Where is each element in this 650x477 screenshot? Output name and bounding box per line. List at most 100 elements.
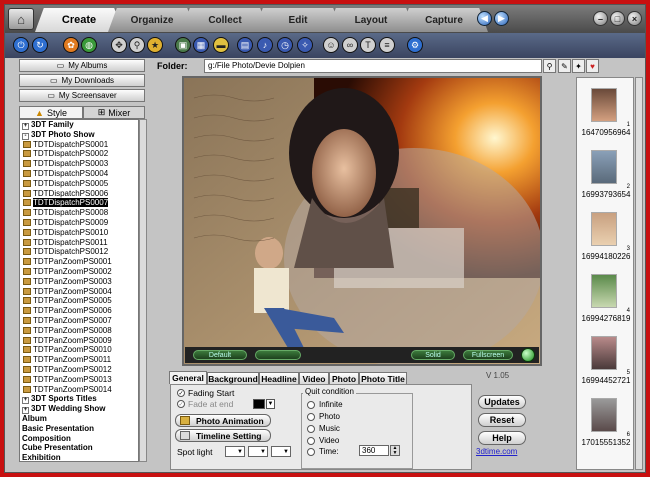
quit-time-radio[interactable]: Time: bbox=[307, 447, 339, 456]
photo-preview[interactable] bbox=[182, 76, 542, 366]
tree-item[interactable]: TDTDispatchPS0009 bbox=[20, 218, 138, 228]
tree-item[interactable]: TDTDispatchPS0004 bbox=[20, 169, 138, 179]
list-icon[interactable]: ≡ bbox=[379, 37, 395, 53]
settings-icon[interactable]: ⚙ bbox=[407, 37, 423, 53]
thumbnail-image[interactable] bbox=[591, 398, 617, 432]
frame-icon[interactable]: ▣ bbox=[175, 37, 191, 53]
solid-button[interactable]: Solid bbox=[411, 350, 455, 360]
tree-item[interactable]: TDTDispatchPS0006 bbox=[20, 189, 138, 199]
my-screensaver-button[interactable]: ▭ My Screensaver bbox=[19, 89, 145, 102]
tree-category[interactable]: +3DT Wedding Show bbox=[20, 404, 138, 415]
tree-category[interactable]: +3DT Family bbox=[20, 120, 138, 130]
help-button[interactable]: Help bbox=[478, 431, 526, 445]
tree-item[interactable]: TDTDispatchPS0001 bbox=[20, 140, 138, 150]
expand-icon[interactable]: + bbox=[22, 123, 29, 130]
star-icon[interactable]: ★ bbox=[147, 37, 163, 53]
user-icon[interactable]: ☺ bbox=[323, 37, 339, 53]
timeline-setting-button[interactable]: Timeline Setting bbox=[175, 429, 271, 442]
fade-at-end-checkbox[interactable]: ✓ Fade at end bbox=[177, 399, 233, 409]
edit-icon[interactable]: ✎ bbox=[558, 59, 571, 73]
refresh-icon[interactable]: ↻ bbox=[32, 37, 48, 53]
tab-style[interactable]: ▲ Style bbox=[19, 106, 83, 119]
tab-photo[interactable]: Photo bbox=[329, 372, 359, 384]
default-view-button[interactable]: Default bbox=[193, 350, 247, 360]
fullscreen-button[interactable]: Fullscreen bbox=[463, 350, 513, 360]
tree-item[interactable]: TDTPanZoomPS0009 bbox=[20, 336, 138, 346]
tree-item[interactable]: TDTPanZoomPS0004 bbox=[20, 287, 138, 297]
tab-background[interactable]: Background bbox=[207, 372, 259, 384]
tab-headline[interactable]: Headline bbox=[259, 372, 299, 384]
fade-color-dropdown[interactable]: ▼ bbox=[266, 399, 275, 409]
tree-category[interactable]: -3DT Photo Show bbox=[20, 130, 138, 140]
thumbnail-image[interactable] bbox=[591, 150, 617, 184]
thumbnail-scrollbar[interactable] bbox=[635, 77, 643, 470]
close-icon[interactable]: × bbox=[627, 11, 642, 26]
text-icon[interactable]: T bbox=[360, 37, 376, 53]
play-icon[interactable] bbox=[521, 348, 535, 362]
tree-item[interactable]: TDTPanZoomPS0008 bbox=[20, 326, 138, 336]
link-icon[interactable]: ∞ bbox=[342, 37, 358, 53]
quit-photo-radio[interactable]: Photo bbox=[307, 412, 340, 421]
zoom-icon[interactable]: ⚲ bbox=[129, 37, 145, 53]
website-link[interactable]: 3dtime.com bbox=[476, 447, 517, 456]
folder-path-field[interactable]: g:/File Photo/Devie Dolpien bbox=[204, 59, 542, 73]
globe-icon[interactable]: ◍ bbox=[81, 37, 97, 53]
view-slider[interactable] bbox=[255, 350, 301, 360]
tab-mixer[interactable]: ⊞ Mixer bbox=[83, 106, 145, 119]
music-icon[interactable]: ♪ bbox=[257, 37, 273, 53]
tree-item[interactable]: TDTDispatchPS0002 bbox=[20, 149, 138, 159]
tree-item[interactable]: TDTDispatchPS0011 bbox=[20, 238, 138, 248]
tree-item[interactable]: TDTDispatchPS0003 bbox=[20, 159, 138, 169]
move-icon[interactable]: ✥ bbox=[111, 37, 127, 53]
time-spinner[interactable]: ▲ ▼ bbox=[390, 445, 400, 456]
tree-scrollbar[interactable] bbox=[139, 119, 147, 462]
tree-item[interactable]: TDTPanZoomPS0005 bbox=[20, 296, 138, 306]
spot-light-dropdown-2[interactable]: ▼ bbox=[248, 446, 268, 457]
pin-icon[interactable]: ✦ bbox=[572, 59, 585, 73]
spot-light-dropdown-1[interactable]: ▼ bbox=[225, 446, 245, 457]
fading-start-checkbox[interactable]: ✓ Fading Start bbox=[177, 388, 234, 398]
tree-category[interactable]: +3DT Sports Titles bbox=[20, 394, 138, 405]
forward-icon[interactable]: ▶ bbox=[494, 11, 509, 26]
tree-item[interactable]: TDTPanZoomPS0010 bbox=[20, 345, 138, 355]
thumbnail-image[interactable] bbox=[591, 336, 617, 370]
home-icon[interactable]: ⌂ bbox=[8, 8, 34, 30]
tab-video[interactable]: Video bbox=[299, 372, 329, 384]
tree-item[interactable]: TDTPanZoomPS0002 bbox=[20, 267, 138, 277]
quit-video-radio[interactable]: Video bbox=[307, 436, 339, 445]
my-downloads-button[interactable]: ▭ My Downloads bbox=[19, 74, 145, 87]
tree-item[interactable]: TDTDispatchPS0010 bbox=[20, 228, 138, 238]
thumbnail-image[interactable] bbox=[591, 212, 617, 246]
browse-icon[interactable]: ⚲ bbox=[543, 59, 556, 73]
tree-item[interactable]: TDTDispatchPS0005 bbox=[20, 179, 138, 189]
thumbnail-image[interactable] bbox=[591, 274, 617, 308]
filmstrip-icon[interactable]: ▤ bbox=[237, 37, 253, 53]
tab-photo-title[interactable]: Photo Title bbox=[359, 372, 407, 384]
tree-item[interactable]: TDTPanZoomPS0012 bbox=[20, 365, 138, 375]
tree-item[interactable]: TDTDispatchPS0008 bbox=[20, 208, 138, 218]
spot-light-dropdown-3[interactable]: ▼ bbox=[271, 446, 291, 457]
photo-animation-button[interactable]: Photo Animation bbox=[175, 414, 271, 427]
tree-item[interactable]: TDTPanZoomPS0006 bbox=[20, 306, 138, 316]
tree-category[interactable]: Exhibition bbox=[20, 453, 138, 461]
clock-icon[interactable]: ◷ bbox=[277, 37, 293, 53]
tree-item[interactable]: TDTPanZoomPS0007 bbox=[20, 316, 138, 326]
tree-item[interactable]: TDTDispatchPS0007 bbox=[20, 198, 138, 208]
tree-item[interactable]: TDTPanZoomPS0001 bbox=[20, 257, 138, 267]
time-input[interactable]: 360 bbox=[359, 445, 389, 456]
my-albums-button[interactable]: ▭ My Albums bbox=[19, 59, 145, 72]
quit-infinite-radio[interactable]: Infinite bbox=[307, 400, 343, 409]
image-icon[interactable]: ▦ bbox=[193, 37, 209, 53]
thumbnail-image[interactable] bbox=[591, 88, 617, 122]
tree-category[interactable]: Album bbox=[20, 414, 138, 424]
tree-category[interactable]: Cube Presentation bbox=[20, 443, 138, 453]
reset-button[interactable]: Reset bbox=[478, 413, 526, 427]
updates-button[interactable]: Updates bbox=[478, 395, 526, 409]
tree-item[interactable]: TDTPanZoomPS0011 bbox=[20, 355, 138, 365]
back-icon[interactable]: ◀ bbox=[477, 11, 492, 26]
folder-icon[interactable]: ▬ bbox=[213, 37, 229, 53]
minimize-icon[interactable]: – bbox=[593, 11, 608, 26]
quit-music-radio[interactable]: Music bbox=[307, 424, 340, 433]
tab-capture[interactable]: Capture bbox=[400, 8, 488, 32]
tree-item[interactable]: TDTDispatchPS0012 bbox=[20, 247, 138, 257]
